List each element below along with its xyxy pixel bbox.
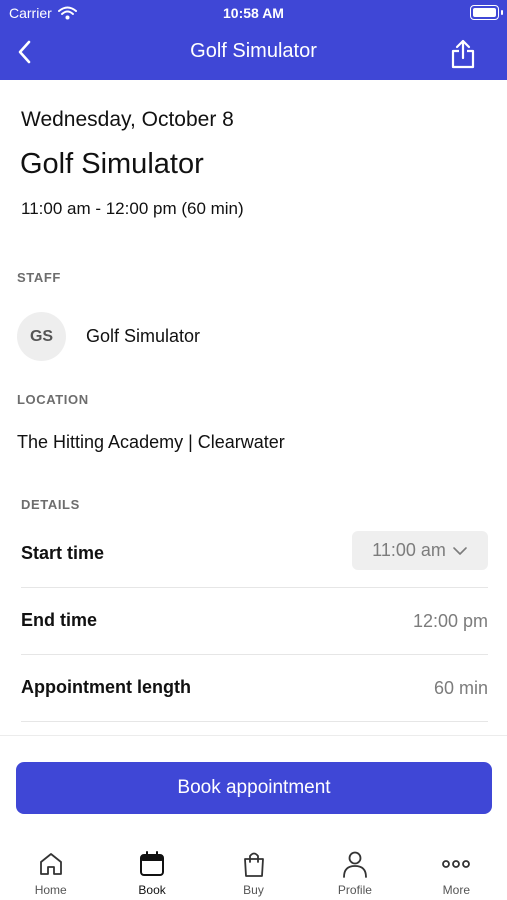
footer-divider: [0, 735, 507, 736]
tab-more-label: More: [442, 883, 470, 897]
calendar-icon: [137, 849, 167, 879]
header-bar: Carrier 10:58 AM Golf Simulator: [0, 0, 507, 80]
battery-icon: [470, 5, 503, 20]
start-time-value: 11:00 am: [372, 540, 446, 560]
status-clock: 10:58 AM: [223, 5, 284, 21]
tab-profile[interactable]: Profile: [304, 840, 405, 900]
shopping-bag-icon: [239, 849, 269, 879]
share-icon: [451, 39, 475, 69]
chevron-down-icon: [453, 546, 467, 555]
home-icon: [36, 849, 66, 879]
start-time-select[interactable]: 11:00 am: [352, 531, 488, 570]
end-time-label: End time: [21, 610, 98, 630]
tab-buy-label: Buy: [243, 883, 264, 897]
nav-bar: Golf Simulator: [0, 26, 507, 80]
nav-title: Golf Simulator: [190, 40, 317, 62]
tab-home-label: Home: [34, 883, 67, 897]
location-section-label: LOCATION: [17, 392, 89, 407]
share-button[interactable]: [445, 34, 481, 74]
location-name: The Hitting Academy | Clearwater: [17, 432, 285, 452]
end-time-row: End time 12:00 pm: [21, 589, 488, 655]
tab-buy[interactable]: Buy: [203, 840, 304, 900]
appointment-length-row: Appointment length 60 min: [21, 656, 488, 722]
details-section-label: DETAILS: [21, 497, 80, 512]
staff-section-label: STAFF: [17, 270, 61, 285]
tab-home[interactable]: Home: [0, 840, 101, 900]
tab-more[interactable]: More: [406, 840, 507, 900]
person-icon: [340, 849, 370, 879]
appointment-length-label: Appointment length: [21, 677, 191, 697]
service-title: Golf Simulator: [20, 148, 204, 180]
appointment-date: Wednesday, October 8: [21, 108, 234, 131]
tab-book-label: Book: [138, 883, 166, 897]
tab-profile-label: Profile: [337, 883, 372, 897]
start-time-row: Start time 11:00 am: [21, 522, 488, 588]
start-time-label: Start time: [21, 543, 105, 563]
avatar: GS: [17, 312, 66, 361]
book-appointment-button[interactable]: Book appointment: [16, 762, 492, 814]
tab-bar: Home Book Buy Profile More: [0, 840, 507, 900]
appointment-length-value: 60 min: [433, 678, 488, 698]
staff-name: Golf Simulator: [86, 326, 201, 346]
tab-book[interactable]: Book: [101, 840, 202, 900]
more-dots-icon: [441, 849, 471, 879]
status-bar: Carrier 10:58 AM: [0, 0, 507, 26]
end-time-value: 12:00 pm: [412, 611, 488, 631]
time-range: 11:00 am - 12:00 pm (60 min): [21, 199, 244, 218]
